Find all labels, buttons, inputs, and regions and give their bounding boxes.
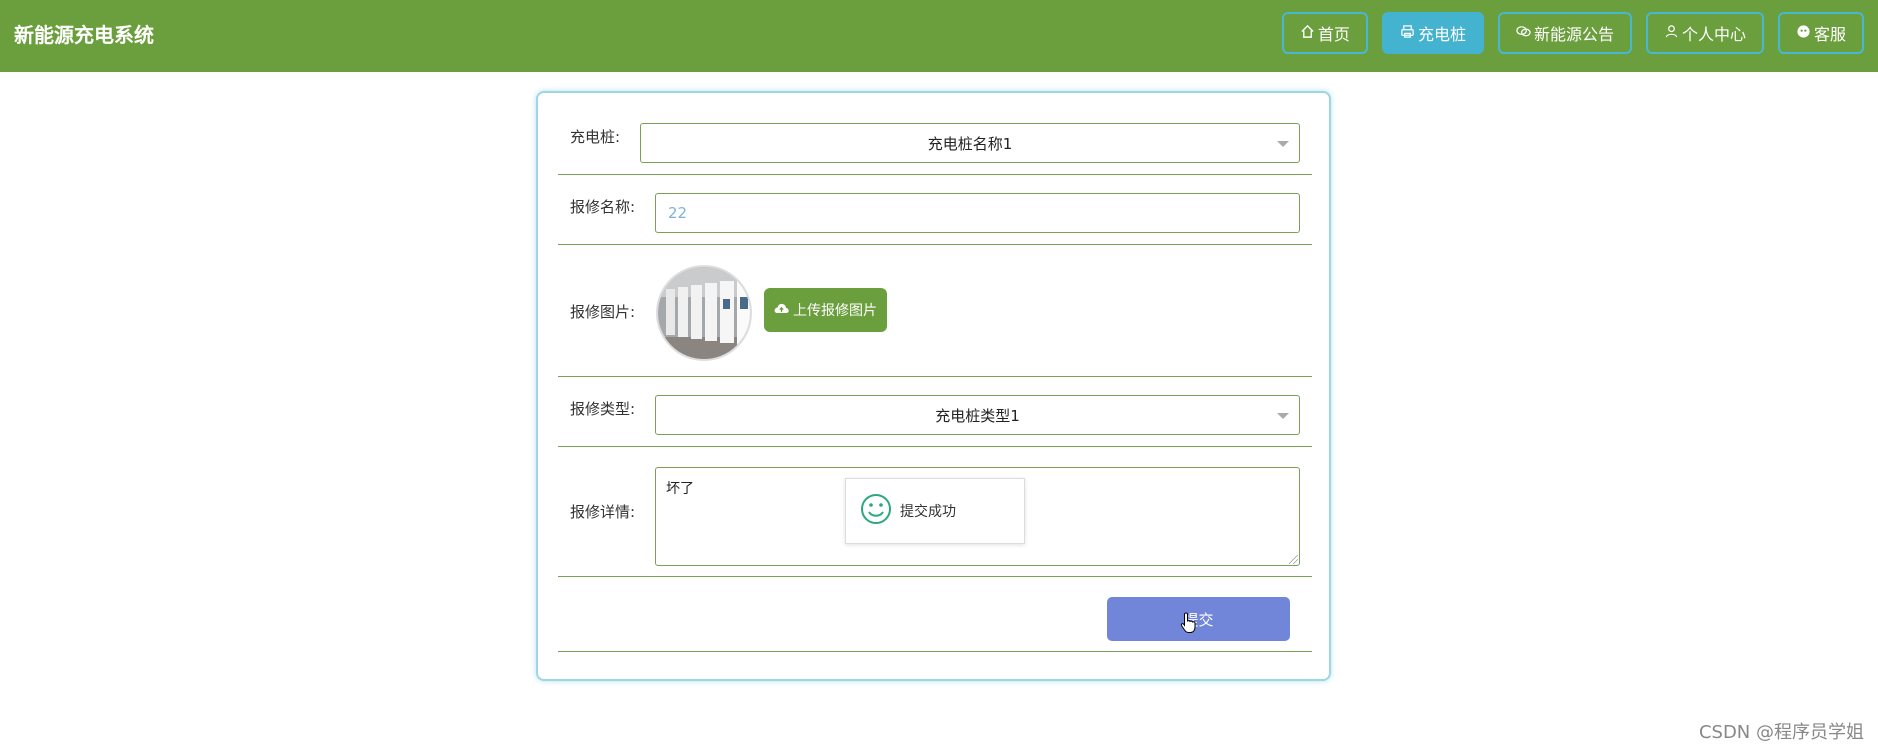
chat-bubbles-icon [1516, 24, 1531, 43]
success-toast: 提交成功 [845, 478, 1025, 544]
submit-button[interactable]: 提交 [1107, 597, 1290, 641]
repair-form-card: 充电桩: 充电桩名称1 报修名称: 22 报修图片: 上传报修图片 报修类型: … [536, 91, 1331, 681]
repair-name-label: 报修名称: [570, 198, 636, 216]
upload-image-label: 上传报修图片 [793, 303, 877, 319]
nav-profile-label: 个人中心 [1681, 25, 1746, 44]
repair-detail-label: 报修详情: [570, 503, 636, 521]
repair-image-thumbnail [656, 265, 752, 361]
form-row-submit: 提交 [558, 577, 1312, 652]
upload-image-button[interactable]: 上传报修图片 [764, 288, 887, 332]
nav-service-label: 客服 [1813, 25, 1846, 44]
form-row-type: 报修类型: 充电桩类型1 [558, 377, 1312, 447]
app-title: 新能源充电系统 [14, 23, 154, 47]
form-row-charger: 充电桩: 充电桩名称1 [558, 93, 1312, 175]
repair-type-value: 充电桩类型1 [935, 406, 1020, 425]
repair-image-label: 报修图片: [570, 303, 636, 321]
repair-type-select[interactable]: 充电桩类型1 [655, 395, 1300, 435]
nav-service-button[interactable]: 客服 [1777, 12, 1864, 54]
printer-icon [1400, 24, 1415, 43]
smile-icon [860, 493, 892, 529]
charger-select[interactable]: 充电桩名称1 [640, 123, 1300, 163]
service-icon [1796, 24, 1811, 43]
form-row-name: 报修名称: 22 [558, 175, 1312, 245]
home-icon [1300, 24, 1315, 43]
main-nav: 首页 充电桩 新能源公告 个人中心 客服 [1281, 12, 1864, 54]
nav-charger-label: 充电桩 [1417, 25, 1466, 44]
charger-label: 充电桩: [570, 128, 621, 146]
chevron-down-icon [1277, 413, 1289, 419]
nav-home-button[interactable]: 首页 [1281, 12, 1368, 54]
nav-home-label: 首页 [1317, 25, 1350, 44]
toast-message: 提交成功 [900, 504, 956, 520]
watermark: CSDN @程序员学姐 [1698, 722, 1864, 743]
repair-type-label: 报修类型: [570, 400, 636, 418]
nav-charger-button[interactable]: 充电桩 [1381, 12, 1484, 54]
charger-select-value: 充电桩名称1 [927, 134, 1013, 153]
repair-name-value: 22 [668, 204, 688, 222]
repair-name-input[interactable]: 22 [655, 193, 1300, 233]
top-navbar: 新能源充电系统 首页 充电桩 新能源公告 个人中心 客服 [0, 0, 1878, 72]
form-row-image: 报修图片: 上传报修图片 [558, 245, 1312, 377]
cloud-upload-icon [774, 302, 789, 318]
user-icon [1664, 24, 1679, 43]
nav-announcement-button[interactable]: 新能源公告 [1497, 12, 1632, 54]
hand-cursor-icon [1180, 612, 1198, 639]
repair-detail-value: 坏了 [666, 481, 694, 497]
resize-handle[interactable] [1289, 555, 1298, 564]
nav-profile-button[interactable]: 个人中心 [1645, 12, 1764, 54]
nav-announcement-label: 新能源公告 [1533, 25, 1614, 44]
chevron-down-icon [1277, 141, 1289, 147]
